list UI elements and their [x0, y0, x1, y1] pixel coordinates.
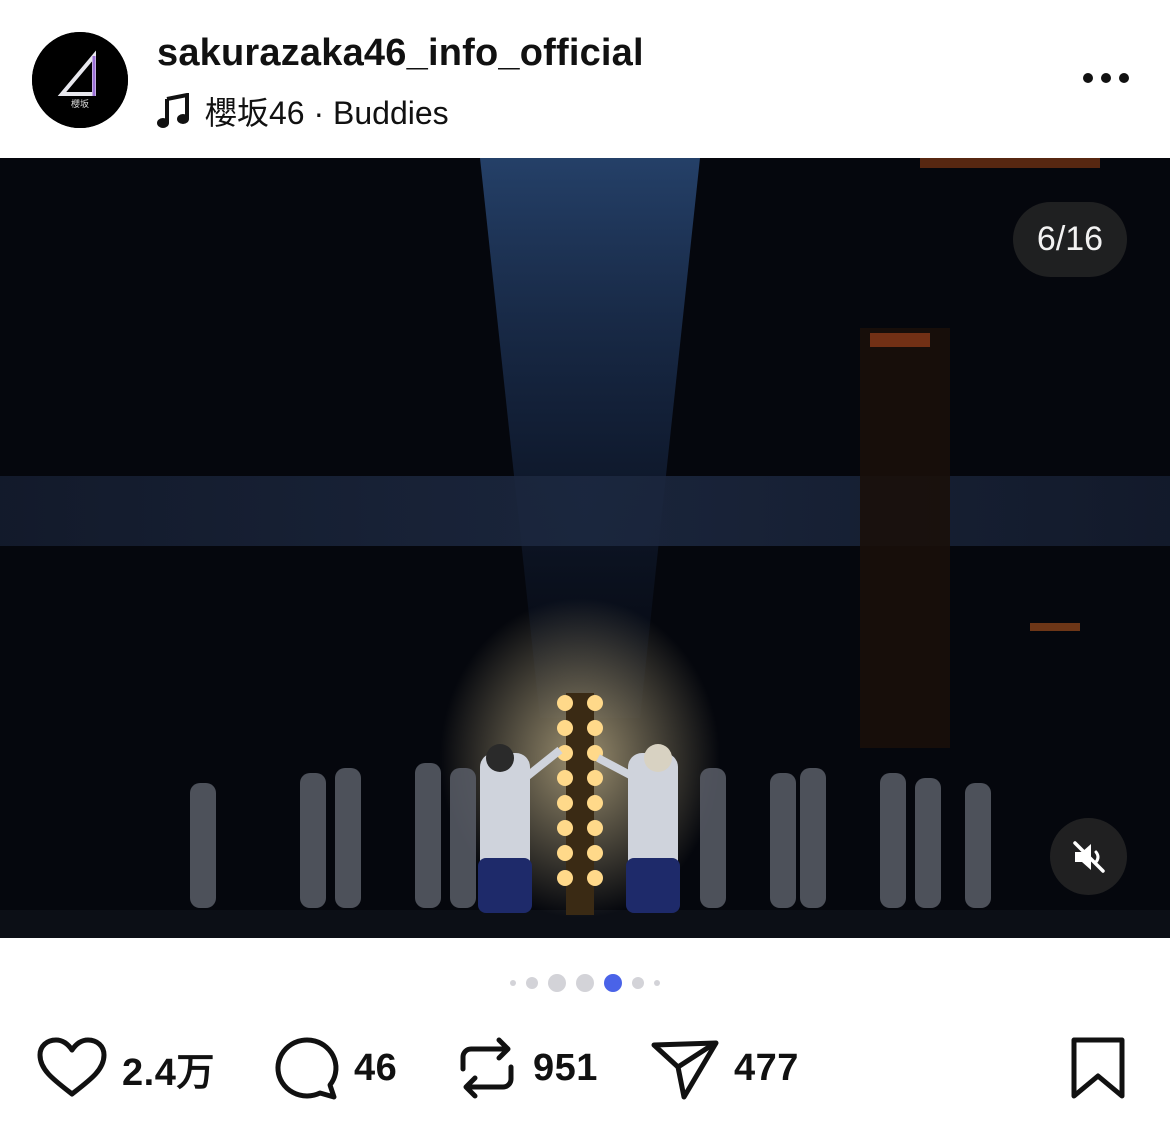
paper-plane-icon [651, 1040, 719, 1100]
post-header: 櫻坂 sakurazaka46_info_official 櫻坂46 · Bud… [0, 0, 1170, 158]
like-count: 2.4万 [122, 1051, 215, 1094]
profile-avatar[interactable]: 櫻坂 [32, 32, 128, 128]
action-bar: 2.4万 46 951 477 [0, 1028, 1170, 1108]
username[interactable]: sakurazaka46_info_official [157, 32, 644, 75]
bookmark-icon [1071, 1037, 1125, 1099]
share-button[interactable]: 477 [650, 1028, 799, 1108]
music-note-icon [157, 93, 189, 128]
carousel-dot-active [604, 974, 622, 992]
save-button[interactable] [1068, 1028, 1128, 1108]
more-options-button[interactable] [1076, 58, 1136, 98]
carousel-dot [526, 977, 538, 989]
carousel-dot [654, 980, 660, 986]
repost-arrows-icon [460, 1037, 514, 1099]
svg-text:櫻坂: 櫻坂 [71, 98, 89, 110]
comment-bubble-icon [275, 1037, 339, 1100]
audio-label: 櫻坂46 · Buddies [205, 95, 449, 131]
carousel-dot [576, 974, 594, 992]
heart-icon [37, 1037, 107, 1097]
mute-toggle-button[interactable] [1050, 818, 1127, 895]
more-horizontal-icon [1083, 73, 1129, 83]
carousel-dot [632, 977, 644, 989]
sakurazaka-logo-icon: 櫻坂 [32, 32, 128, 128]
speaker-muted-icon [1072, 840, 1105, 873]
instagram-post: 櫻坂 sakurazaka46_info_official 櫻坂46 · Bud… [0, 0, 1170, 1129]
audio-attribution[interactable]: 櫻坂46 · Buddies [157, 88, 449, 134]
carousel-indicator [0, 970, 1170, 996]
share-count: 477 [734, 1046, 799, 1089]
like-button[interactable]: 2.4万 [36, 1028, 215, 1108]
carousel-dot [510, 980, 516, 986]
post-media[interactable]: 6/16 [0, 158, 1170, 938]
repost-button[interactable]: 951 [455, 1028, 598, 1108]
carousel-dot [548, 974, 566, 992]
repost-count: 951 [533, 1046, 598, 1089]
comment-button[interactable]: 46 [272, 1028, 397, 1108]
media-counter: 6/16 [1013, 202, 1127, 277]
concert-stage-photo [0, 158, 1170, 938]
comment-count: 46 [354, 1046, 398, 1089]
